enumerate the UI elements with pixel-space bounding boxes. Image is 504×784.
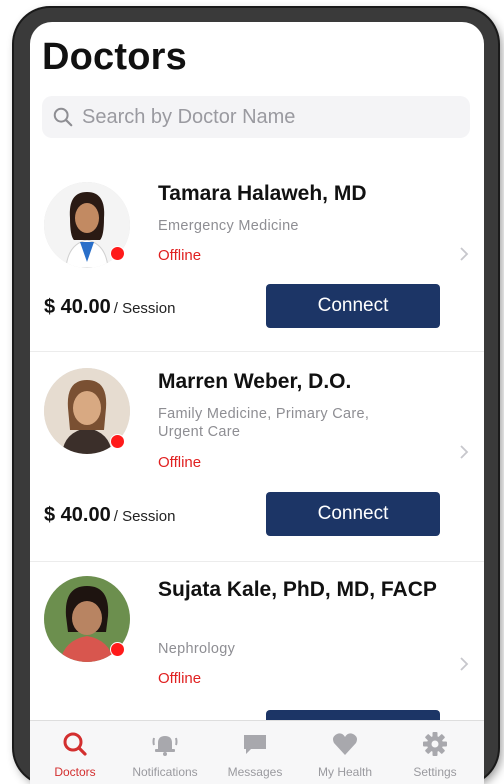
doctor-specialty: Emergency Medicine xyxy=(158,218,299,234)
search-icon xyxy=(63,732,87,756)
doctor-specialty: Family Medicine, Primary Care, Urgent Ca… xyxy=(158,406,370,440)
heart-icon xyxy=(333,733,357,755)
doctor-name: Sujata Kale, PhD, MD, FACP xyxy=(158,578,437,601)
chevron-right-icon xyxy=(460,247,469,261)
price-unit: / Session xyxy=(113,508,176,525)
price-value: $ 40.00 xyxy=(44,504,111,526)
tab-label: Notifications xyxy=(132,765,198,779)
tab-my-health[interactable]: My Health xyxy=(300,721,390,784)
price-unit: / Session xyxy=(113,300,176,317)
chat-icon xyxy=(244,735,266,754)
tab-settings[interactable]: Settings xyxy=(390,721,480,784)
doctor-status: Offline xyxy=(158,247,202,264)
app-screen: Doctors Search by Doctor Name Tamara Hal… xyxy=(30,22,484,784)
tab-label: Messages xyxy=(227,765,283,779)
search-icon xyxy=(53,107,73,127)
chevron-right-icon xyxy=(460,445,469,459)
tab-label: Settings xyxy=(413,765,457,779)
tab-label: My Health xyxy=(317,765,373,779)
doctor-name: Marren Weber, D.O. xyxy=(158,370,352,393)
tab-bar: Doctors Notifications Messages My Health xyxy=(30,720,484,784)
price-value: $ 40.00 xyxy=(44,296,111,318)
tab-notifications[interactable]: Notifications xyxy=(120,721,210,784)
status-dot xyxy=(110,246,125,261)
session-price: $ 40.00/ Session xyxy=(44,296,175,319)
connect-button[interactable]: Connect xyxy=(266,492,440,536)
tab-doctors[interactable]: Doctors xyxy=(30,721,120,784)
doctor-card[interactable]: Marren Weber, D.O. Family Medicine, Prim… xyxy=(30,352,484,562)
status-dot xyxy=(110,434,125,449)
bell-icon xyxy=(152,736,178,756)
doctor-status: Offline xyxy=(158,670,202,687)
search-placeholder: Search by Doctor Name xyxy=(82,105,296,128)
doctor-name: Tamara Halaweh, MD xyxy=(158,182,367,205)
session-price: $ 40.00/ Session xyxy=(44,504,175,527)
status-dot xyxy=(110,642,125,657)
tab-label: Doctors xyxy=(54,765,96,779)
tab-messages[interactable]: Messages xyxy=(210,721,300,784)
gear-icon xyxy=(423,732,447,756)
doctor-status: Offline xyxy=(158,454,202,471)
connect-button[interactable]: Connect xyxy=(266,284,440,328)
doctor-card[interactable]: Sujata Kale, PhD, MD, FACP Nephrology Of… xyxy=(30,562,484,722)
doctor-card[interactable]: Tamara Halaweh, MD Emergency Medicine Of… xyxy=(30,162,484,352)
search-bar[interactable]: Search by Doctor Name xyxy=(42,96,470,138)
chevron-right-icon xyxy=(460,657,469,671)
page-title: Doctors xyxy=(42,36,187,78)
doctor-specialty: Nephrology xyxy=(158,641,236,657)
